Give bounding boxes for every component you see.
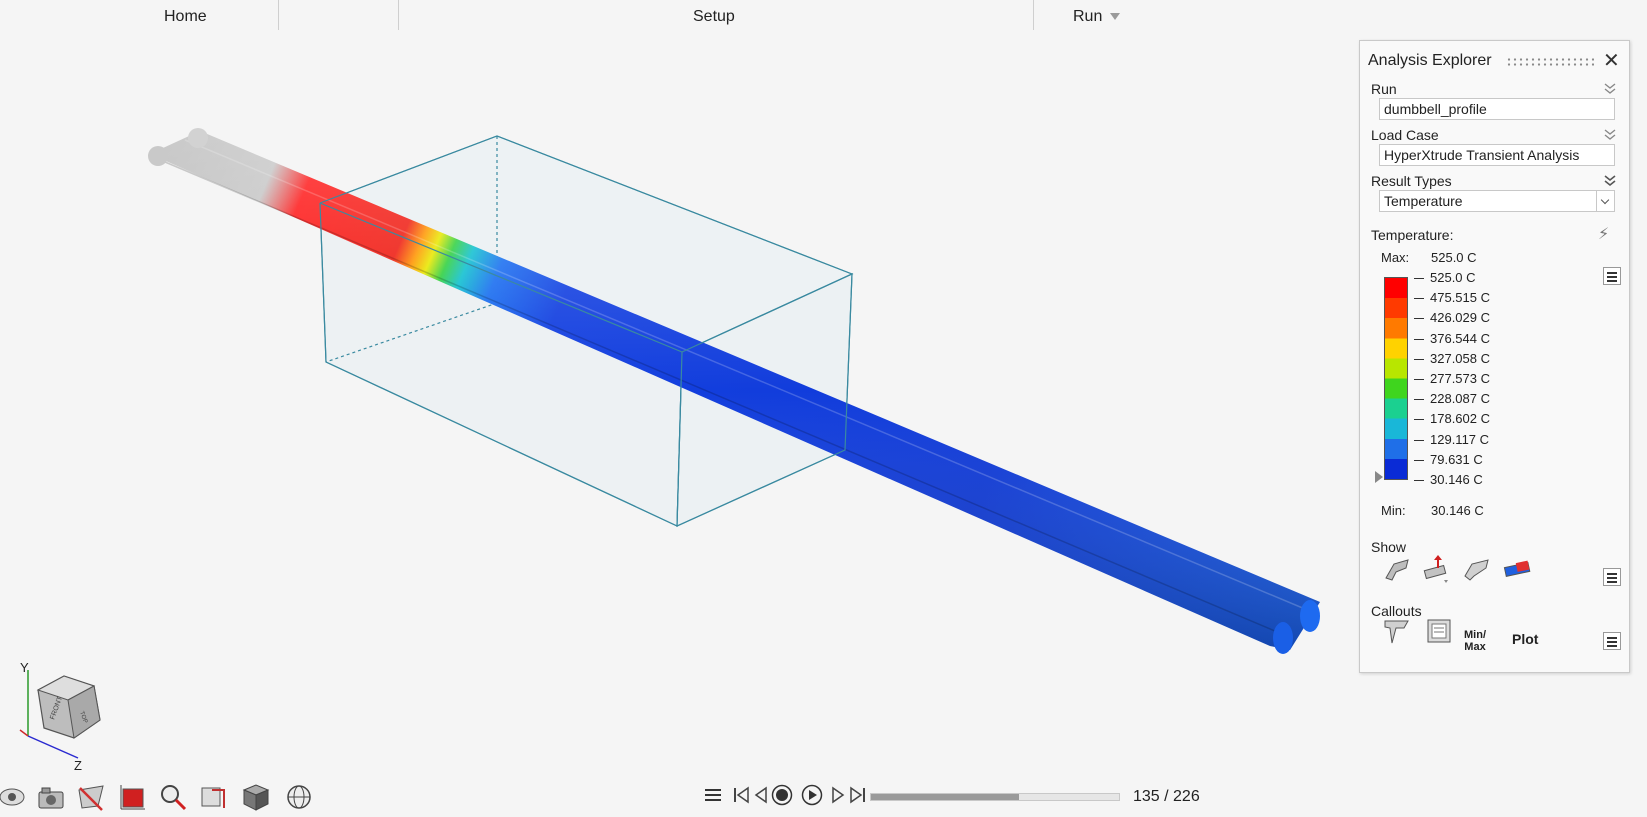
panel-title: Analysis Explorer — [1368, 52, 1492, 69]
frame-counter: 135 / 226 — [1133, 788, 1200, 805]
eye-icon[interactable] — [0, 782, 30, 812]
legend-tick-label: 228.087 C — [1414, 391, 1490, 406]
note-callout-icon[interactable] — [1424, 616, 1454, 646]
lightning-icon[interactable]: ⚡ — [1598, 224, 1609, 244]
record-icon[interactable] — [771, 784, 793, 806]
animation-slider[interactable] — [870, 793, 1120, 801]
next-frame-icon[interactable] — [827, 784, 849, 806]
loadcase-label: Load Case — [1371, 127, 1439, 143]
legend-min-value: 30.146 C — [1431, 503, 1484, 518]
close-icon[interactable]: ✕ — [1603, 51, 1620, 71]
legend-max-label: Max: — [1381, 250, 1410, 265]
legend-tick-label: 178.602 C — [1414, 411, 1490, 426]
menu-run[interactable]: Run — [1073, 8, 1121, 26]
chevron-down-icon — [1110, 13, 1121, 21]
play-icon[interactable] — [801, 784, 823, 806]
minmax-callout-button[interactable]: Min/ Max — [1464, 629, 1486, 653]
app-root: Home Setup Run FRONT TOP Y Z Analysis Ex… — [0, 0, 1647, 817]
menu-separator — [1033, 0, 1034, 30]
legend-tick-label: 79.631 C — [1414, 452, 1483, 467]
legend-tick-label: 277.573 C — [1414, 371, 1490, 386]
legend-colorbar — [1384, 277, 1408, 480]
zoom-icon[interactable] — [158, 782, 188, 812]
show-contour-icon[interactable] — [1502, 554, 1532, 584]
resulttypes-label: Result Types — [1371, 173, 1452, 189]
analysis-explorer-panel: Analysis Explorer ✕ Run dumbbell_profile… — [1359, 40, 1630, 673]
resulttype-select[interactable]: Temperature — [1379, 190, 1615, 212]
legend-tick-label: 30.146 C — [1414, 472, 1483, 487]
view-box-icon[interactable] — [240, 782, 270, 812]
measure-icon[interactable] — [198, 782, 228, 812]
menu-separator — [398, 0, 399, 30]
legend-tick-label: 475.515 C — [1414, 290, 1490, 305]
previous-frame-icon[interactable] — [750, 784, 772, 806]
z-axis-line — [27, 735, 79, 759]
loadcase-field[interactable]: HyperXtrude Transient Analysis — [1379, 144, 1615, 166]
contour-plot-icon[interactable] — [118, 782, 148, 812]
show-model-icon[interactable] — [1382, 554, 1412, 584]
legend-max-value: 525.0 C — [1431, 250, 1477, 265]
last-frame-icon[interactable] — [847, 784, 869, 806]
legend-min-label: Min: — [1381, 503, 1406, 518]
legend-pointer-icon[interactable] — [1375, 471, 1383, 483]
legend-title: Temperature: — [1371, 227, 1454, 243]
legend-tick-label: 327.058 C — [1414, 351, 1490, 366]
show-label: Show — [1371, 539, 1407, 555]
show-deformed-icon[interactable] — [1422, 554, 1452, 584]
legend-options-menu-button[interactable] — [1603, 267, 1621, 285]
legend-tick-label: 426.029 C — [1414, 310, 1490, 325]
legend-max: Max: 525.0 C — [1381, 250, 1477, 265]
menu-setup[interactable]: Setup — [693, 8, 735, 26]
menu-home[interactable]: Home — [164, 8, 207, 26]
plot-callout-button[interactable]: Plot — [1512, 631, 1538, 647]
show-options-menu-button[interactable] — [1603, 568, 1621, 586]
view-cube[interactable]: FRONT TOP Y Z — [14, 660, 114, 773]
callouts-options-menu-button[interactable] — [1603, 632, 1621, 650]
run-label: Run — [1371, 81, 1397, 97]
legend-tick-label: 376.544 C — [1414, 331, 1490, 346]
section-cut-icon[interactable] — [76, 782, 106, 812]
bottom-toolbar: 135 / 226 — [0, 774, 1647, 817]
menu-run-label: Run — [1073, 8, 1103, 25]
run-field[interactable]: dumbbell_profile — [1379, 98, 1615, 120]
double-chevron-down-icon[interactable] — [1603, 128, 1617, 142]
show-geometry-icon[interactable] — [1462, 554, 1492, 584]
double-chevron-down-icon[interactable] — [1603, 82, 1617, 96]
axis-label-z: Z — [74, 758, 82, 773]
drag-grip-icon[interactable] — [1506, 57, 1594, 67]
double-chevron-down-icon[interactable] — [1603, 174, 1617, 188]
axis-label-y: Y — [20, 660, 29, 675]
menu-separator — [278, 0, 279, 30]
legend-tick-label: 129.117 C — [1414, 432, 1489, 447]
first-frame-icon[interactable] — [730, 784, 752, 806]
extrusion-profile — [148, 128, 1320, 654]
playback-menu-icon[interactable] — [702, 784, 724, 806]
top-menu-bar: Home Setup Run — [0, 0, 1647, 34]
legend-min: Min: 30.146 C — [1381, 503, 1484, 518]
legend-tick-label: 525.0 C — [1414, 270, 1476, 285]
probe-callout-icon[interactable] — [1382, 616, 1412, 646]
chevron-down-icon[interactable] — [1596, 191, 1614, 211]
camera-icon[interactable] — [36, 782, 66, 812]
globe-icon[interactable] — [284, 782, 314, 812]
resulttype-value: Temperature — [1384, 193, 1463, 209]
animation-slider-fill — [871, 794, 1020, 800]
x-axis-line — [19, 729, 29, 737]
